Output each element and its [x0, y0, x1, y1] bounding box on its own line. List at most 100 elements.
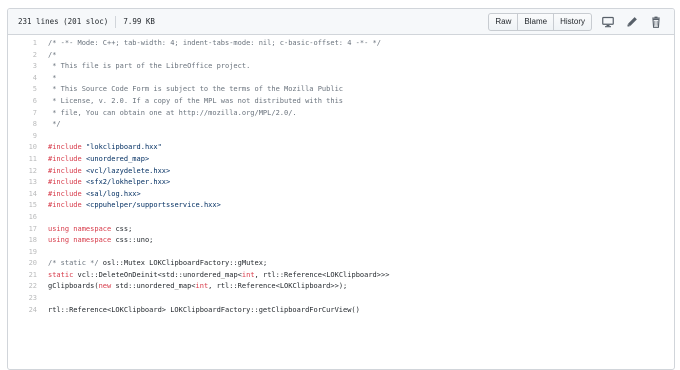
- line-number[interactable]: 9: [8, 131, 48, 143]
- line-number[interactable]: 2: [8, 50, 48, 62]
- code-token: /* -*- Mode: C++; tab-width: 4; indent-t…: [48, 39, 381, 47]
- code-token: #include: [48, 189, 86, 198]
- line-number[interactable]: 3: [8, 61, 48, 73]
- code-token: #include: [48, 178, 86, 187]
- line-number[interactable]: 6: [8, 96, 48, 108]
- view-button-group: Raw Blame History: [488, 12, 592, 31]
- line-number[interactable]: 8: [8, 119, 48, 131]
- line-number[interactable]: 22: [8, 281, 48, 293]
- blame-button[interactable]: Blame: [517, 12, 555, 31]
- code-token: <cppuhelper/supportsservice.hxx>: [85, 201, 221, 210]
- code-line: 1/* -*- Mode: C++; tab-width: 4; indent-…: [8, 38, 674, 50]
- file-view: 231 lines (201 sloc) 7.99 KB Raw Blame H…: [7, 8, 675, 370]
- line-number[interactable]: 10: [8, 142, 48, 154]
- code-line: 9: [8, 131, 674, 143]
- line-number[interactable]: 12: [8, 166, 48, 178]
- line-code: using namespace css;: [48, 224, 132, 236]
- code-token: <vcl/lazydelete.hxx>: [85, 166, 171, 175]
- code-token: */: [48, 120, 61, 129]
- line-number[interactable]: 17: [8, 224, 48, 236]
- code-line: 13 #include <sfx2/lokhelper.hxx>: [8, 177, 674, 189]
- code-line: 7 * file, You can obtain one at http://m…: [8, 108, 674, 120]
- line-number[interactable]: 11: [8, 154, 48, 166]
- desktop-icon[interactable]: [600, 14, 616, 30]
- line-code: /* static */ osl::Mutex LOKClipboardFact…: [48, 258, 267, 270]
- code-token: rtl::Reference<LOKClipboard> LOKClipboar…: [48, 305, 360, 314]
- code-token: <sfx2/lokhelper.hxx>: [85, 178, 171, 187]
- line-code: #include "lokclipboard.hxx": [48, 142, 162, 154]
- code-line: 15 #include <cppuhelper/supportsservice.h…: [8, 200, 674, 212]
- line-code: /*: [48, 50, 56, 62]
- line-number[interactable]: 16: [8, 212, 48, 224]
- line-number[interactable]: 23: [8, 293, 48, 305]
- line-number[interactable]: 13: [8, 177, 48, 189]
- line-count: 231 lines (201 sloc): [18, 17, 109, 26]
- line-number[interactable]: 1: [8, 38, 48, 50]
- line-code: #include <sal/log.hxx>: [48, 189, 141, 201]
- line-number[interactable]: 20: [8, 258, 48, 270]
- code-line: 8 */: [8, 119, 674, 131]
- line-number[interactable]: 14: [8, 189, 48, 201]
- code-line: 2/*: [8, 50, 674, 62]
- line-number[interactable]: 24: [8, 305, 48, 317]
- line-number[interactable]: 21: [8, 270, 48, 282]
- line-number[interactable]: 15: [8, 200, 48, 212]
- code-token: , rtl::Reference<LOKClipboard>>>: [254, 270, 390, 279]
- line-code: * This Source Code Form is subject to th…: [48, 84, 343, 96]
- file-actions: Raw Blame History: [488, 12, 664, 31]
- line-code: */: [48, 119, 61, 131]
- history-button[interactable]: History: [553, 12, 592, 31]
- line-number[interactable]: 7: [8, 108, 48, 120]
- code-line: 6 * License, v. 2.0. If a copy of the MP…: [8, 96, 674, 108]
- code-line: 21 static vcl::DeleteOnDeinit<std::unorde…: [8, 270, 674, 282]
- code-token: gClipboards(: [48, 282, 99, 291]
- code-token: * This Source Code Form is subject to th…: [48, 85, 344, 94]
- code-token: /*: [48, 50, 57, 59]
- code-line: 19: [8, 247, 674, 259]
- line-code: using namespace css::uno;: [48, 235, 153, 247]
- line-code: #include <sfx2/lokhelper.hxx>: [48, 177, 170, 189]
- code-token: * This file is part of the LibreOffice p…: [48, 62, 251, 71]
- code-token: static: [48, 270, 78, 279]
- code-token: vcl::DeleteOnDeinit<std::unordered_map<: [77, 270, 242, 279]
- code-token: "lokclipboard.hxx": [85, 143, 162, 152]
- line-code: static vcl::DeleteOnDeinit<std::unordere…: [48, 270, 389, 282]
- code-line: 4 *: [8, 73, 674, 85]
- line-number[interactable]: 18: [8, 235, 48, 247]
- file-header: 231 lines (201 sloc) 7.99 KB Raw Blame H…: [8, 9, 674, 35]
- code-token: using namespace: [48, 236, 116, 245]
- code-token: new: [98, 282, 116, 291]
- line-code: gClipboards(new std::unordered_map<int, …: [48, 281, 347, 293]
- code-line: 24 rtl::Reference<LOKClipboard> LOKClipbo…: [8, 305, 674, 317]
- line-code: /* -*- Mode: C++; tab-width: 4; indent-t…: [48, 38, 381, 50]
- code-line: 23: [8, 293, 674, 305]
- code-token: #include: [48, 201, 86, 210]
- code-line: 12 #include <vcl/lazydelete.hxx>: [8, 166, 674, 178]
- code-line: 11 #include <unordered_map>: [8, 154, 674, 166]
- code-token: #include: [48, 143, 86, 152]
- code-token: std::unordered_map<: [115, 282, 196, 291]
- line-code: #include <vcl/lazydelete.hxx>: [48, 166, 170, 178]
- file-size: 7.99 KB: [123, 17, 155, 26]
- line-code: #include <cppuhelper/supportsservice.hxx…: [48, 200, 221, 212]
- file-info: 231 lines (201 sloc) 7.99 KB: [18, 15, 155, 28]
- code-token: <sal/log.hxx>: [85, 189, 141, 198]
- raw-button[interactable]: Raw: [488, 12, 519, 31]
- code-token: int: [195, 282, 209, 291]
- code-line: 14 #include <sal/log.hxx>: [8, 189, 674, 201]
- code-token: #include: [48, 154, 86, 163]
- code-token: , rtl::Reference<LOKClipboard>>);: [208, 282, 348, 291]
- line-code: * file, You can obtain one at http://moz…: [48, 108, 296, 120]
- code-token: css;: [115, 224, 133, 233]
- code-line: 20/* static */ osl::Mutex LOKClipboardFa…: [8, 258, 674, 270]
- code-token: * License, v. 2.0. If a copy of the MPL …: [48, 96, 344, 105]
- pencil-icon[interactable]: [624, 14, 640, 30]
- line-number[interactable]: 4: [8, 73, 48, 85]
- code-token: #include: [48, 166, 86, 175]
- line-code: * License, v. 2.0. If a copy of the MPL …: [48, 96, 343, 108]
- trash-icon[interactable]: [648, 14, 664, 30]
- code-line: 3 * This file is part of the LibreOffice…: [8, 61, 674, 73]
- code-token: using namespace: [48, 224, 116, 233]
- line-number[interactable]: 5: [8, 84, 48, 96]
- line-number[interactable]: 19: [8, 247, 48, 259]
